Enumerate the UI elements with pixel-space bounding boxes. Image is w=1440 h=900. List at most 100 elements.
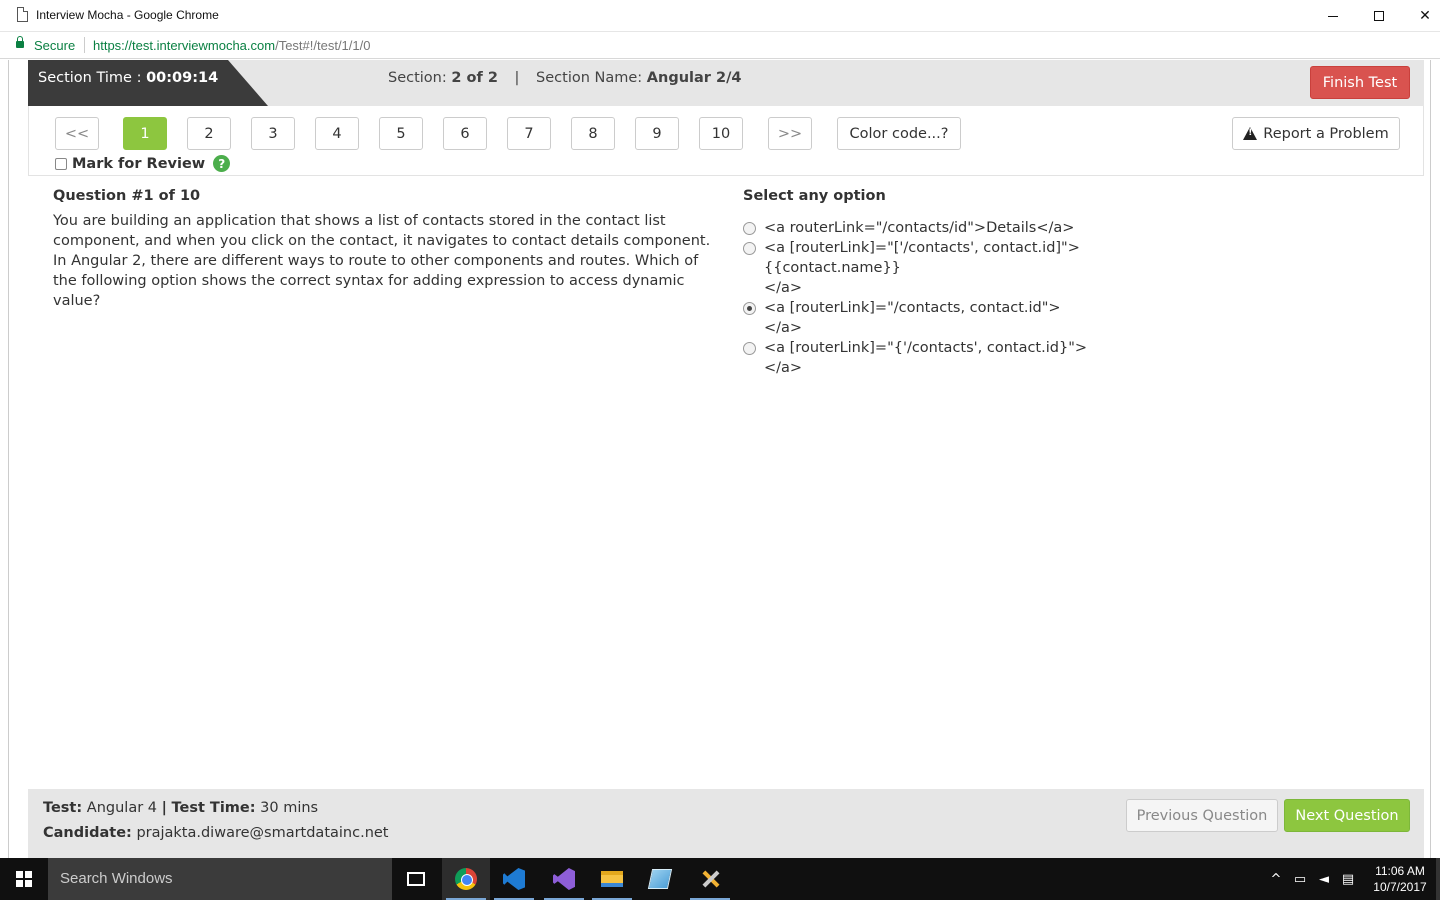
section-name-label: Section Name:: [536, 70, 643, 86]
system-tray: ^ ▭ ◄ ▤: [1268, 858, 1356, 900]
help-icon[interactable]: ?: [213, 155, 231, 172]
minimize-button[interactable]: [1310, 0, 1356, 32]
url-text[interactable]: https://test.interviewmocha.com/Test#!/t…: [93, 38, 370, 53]
address-divider: [84, 37, 85, 53]
question-navigator: << 1 2 3 4 5 6 7 8 9 10 >> Color code...…: [28, 106, 1424, 176]
option-radio-3[interactable]: [743, 302, 756, 315]
vscode-icon: [503, 868, 525, 890]
option-radio-4[interactable]: [743, 342, 756, 355]
section-time-label: Section Time :: [38, 70, 142, 86]
start-button[interactable]: [0, 858, 48, 900]
section-separator: |: [514, 70, 520, 86]
question-title: Question #1 of 10: [53, 188, 201, 204]
maximize-icon: [1374, 11, 1384, 21]
taskbar-tools[interactable]: [686, 858, 734, 900]
next-question-button[interactable]: Next Question: [1284, 799, 1410, 832]
prev-page-button[interactable]: <<: [55, 117, 99, 150]
network-icon[interactable]: ▭: [1292, 871, 1308, 887]
taskbar-search[interactable]: Search Windows: [48, 858, 392, 900]
option-text-2[interactable]: <a [routerLink]="['/contacts', contact.i…: [764, 238, 1080, 298]
url-host: https://test.interviewmocha.com: [93, 38, 276, 53]
page-border-right: [1430, 60, 1431, 858]
lock-icon: [16, 36, 24, 48]
action-center-icon[interactable]: ▤: [1340, 871, 1356, 887]
option-1[interactable]: <a routerLink="/contacts/id">Details</a>: [743, 218, 1393, 238]
test-info: Test: Angular 4 | Test Time: 30 mins: [43, 800, 318, 816]
windows-logo-icon: [16, 871, 32, 887]
warning-icon: [1243, 127, 1258, 140]
question-button-7[interactable]: 7: [507, 117, 551, 150]
option-text-4[interactable]: <a [routerLink]="{'/contacts', contact.i…: [764, 338, 1087, 378]
page-content: Section Time : 00:09:14 Section: 2 of 2 …: [0, 60, 1440, 858]
report-problem-label: Report a Problem: [1263, 125, 1389, 142]
option-radio-1[interactable]: [743, 222, 756, 235]
test-value: Angular 4: [86, 800, 157, 816]
footer-separator: |: [161, 800, 167, 816]
question-button-9[interactable]: 9: [635, 117, 679, 150]
option-4[interactable]: <a [routerLink]="{'/contacts', contact.i…: [743, 338, 1393, 378]
mark-review-checkbox[interactable]: [55, 157, 67, 170]
finish-test-button[interactable]: Finish Test: [1310, 66, 1410, 99]
report-problem-button[interactable]: Report a Problem: [1232, 117, 1400, 150]
section-header: Section Time : 00:09:14 Section: 2 of 2 …: [28, 60, 1424, 106]
taskbar-visual-studio[interactable]: [540, 858, 588, 900]
color-code-button[interactable]: Color code...?: [837, 117, 961, 150]
mark-review-label[interactable]: Mark for Review: [72, 156, 205, 172]
folder-icon: [601, 871, 623, 887]
question-button-1[interactable]: 1: [123, 117, 167, 150]
chrome-icon: [455, 868, 477, 890]
test-footer: Test: Angular 4 | Test Time: 30 mins Can…: [28, 789, 1424, 858]
taskbar-vscode[interactable]: [490, 858, 538, 900]
options-title: Select any option: [743, 188, 886, 204]
candidate-info: Candidate: prajakta.diware@smartdatainc.…: [43, 825, 389, 841]
question-button-3[interactable]: 3: [251, 117, 295, 150]
question-button-6[interactable]: 6: [443, 117, 487, 150]
section-name-value: Angular 2/4: [646, 70, 742, 86]
option-2[interactable]: <a [routerLink]="['/contacts', contact.i…: [743, 238, 1393, 298]
notepad-icon: [647, 869, 673, 889]
section-info: Section: 2 of 2 | Section Name: Angular …: [388, 70, 741, 86]
taskbar-clock[interactable]: 11:06 AM 10/7/2017: [1368, 863, 1432, 895]
clock-time: 11:06 AM: [1375, 864, 1425, 878]
question-button-4[interactable]: 4: [315, 117, 359, 150]
section-time-value: 00:09:14: [146, 70, 219, 86]
option-text-1[interactable]: <a routerLink="/contacts/id">Details</a>: [764, 218, 1074, 238]
question-button-8[interactable]: 8: [571, 117, 615, 150]
question-button-5[interactable]: 5: [379, 117, 423, 150]
tools-icon: [699, 868, 721, 890]
options-panel: Select any option <a routerLink="/contac…: [743, 188, 1393, 378]
clock-date: 10/7/2017: [1373, 880, 1427, 894]
task-view-icon: [407, 872, 425, 886]
question-button-10[interactable]: 10: [699, 117, 743, 150]
test-time-label: Test Time:: [171, 800, 256, 816]
taskbar-file-explorer[interactable]: [588, 858, 636, 900]
next-page-button[interactable]: >>: [768, 117, 812, 150]
close-button[interactable]: ✕: [1402, 0, 1440, 32]
candidate-label: Candidate:: [43, 825, 132, 841]
section-timer: Section Time : 00:09:14: [28, 60, 268, 106]
option-text-3[interactable]: <a [routerLink]="/contacts, contact.id">…: [764, 298, 1061, 338]
option-3[interactable]: <a [routerLink]="/contacts, contact.id">…: [743, 298, 1393, 338]
option-radio-2[interactable]: [743, 242, 756, 255]
address-bar[interactable]: Secure https://test.interviewmocha.com/T…: [0, 32, 1440, 59]
task-view-button[interactable]: [392, 858, 440, 900]
minimize-icon: [1328, 15, 1338, 17]
section-value: 2 of 2: [451, 70, 498, 86]
test-time-value: 30 mins: [260, 800, 319, 816]
candidate-value: prajakta.diware@smartdatainc.net: [136, 825, 389, 841]
previous-question-button[interactable]: Previous Question: [1126, 799, 1278, 832]
section-label: Section:: [388, 70, 447, 86]
taskbar-chrome[interactable]: [442, 858, 490, 900]
mark-for-review: Mark for Review ?: [55, 155, 231, 172]
test-label: Test:: [43, 800, 83, 816]
close-icon: ✕: [1419, 8, 1431, 24]
page-icon: [17, 7, 28, 22]
taskbar-notepad[interactable]: [636, 858, 684, 900]
visual-studio-icon: [553, 868, 575, 890]
maximize-button[interactable]: [1356, 0, 1402, 32]
question-panel: Question #1 of 10 You are building an ap…: [53, 188, 723, 311]
chevron-up-icon[interactable]: ^: [1268, 871, 1284, 887]
volume-muted-icon[interactable]: ◄: [1316, 871, 1332, 887]
show-desktop-button[interactable]: [1436, 858, 1440, 900]
question-button-2[interactable]: 2: [187, 117, 231, 150]
